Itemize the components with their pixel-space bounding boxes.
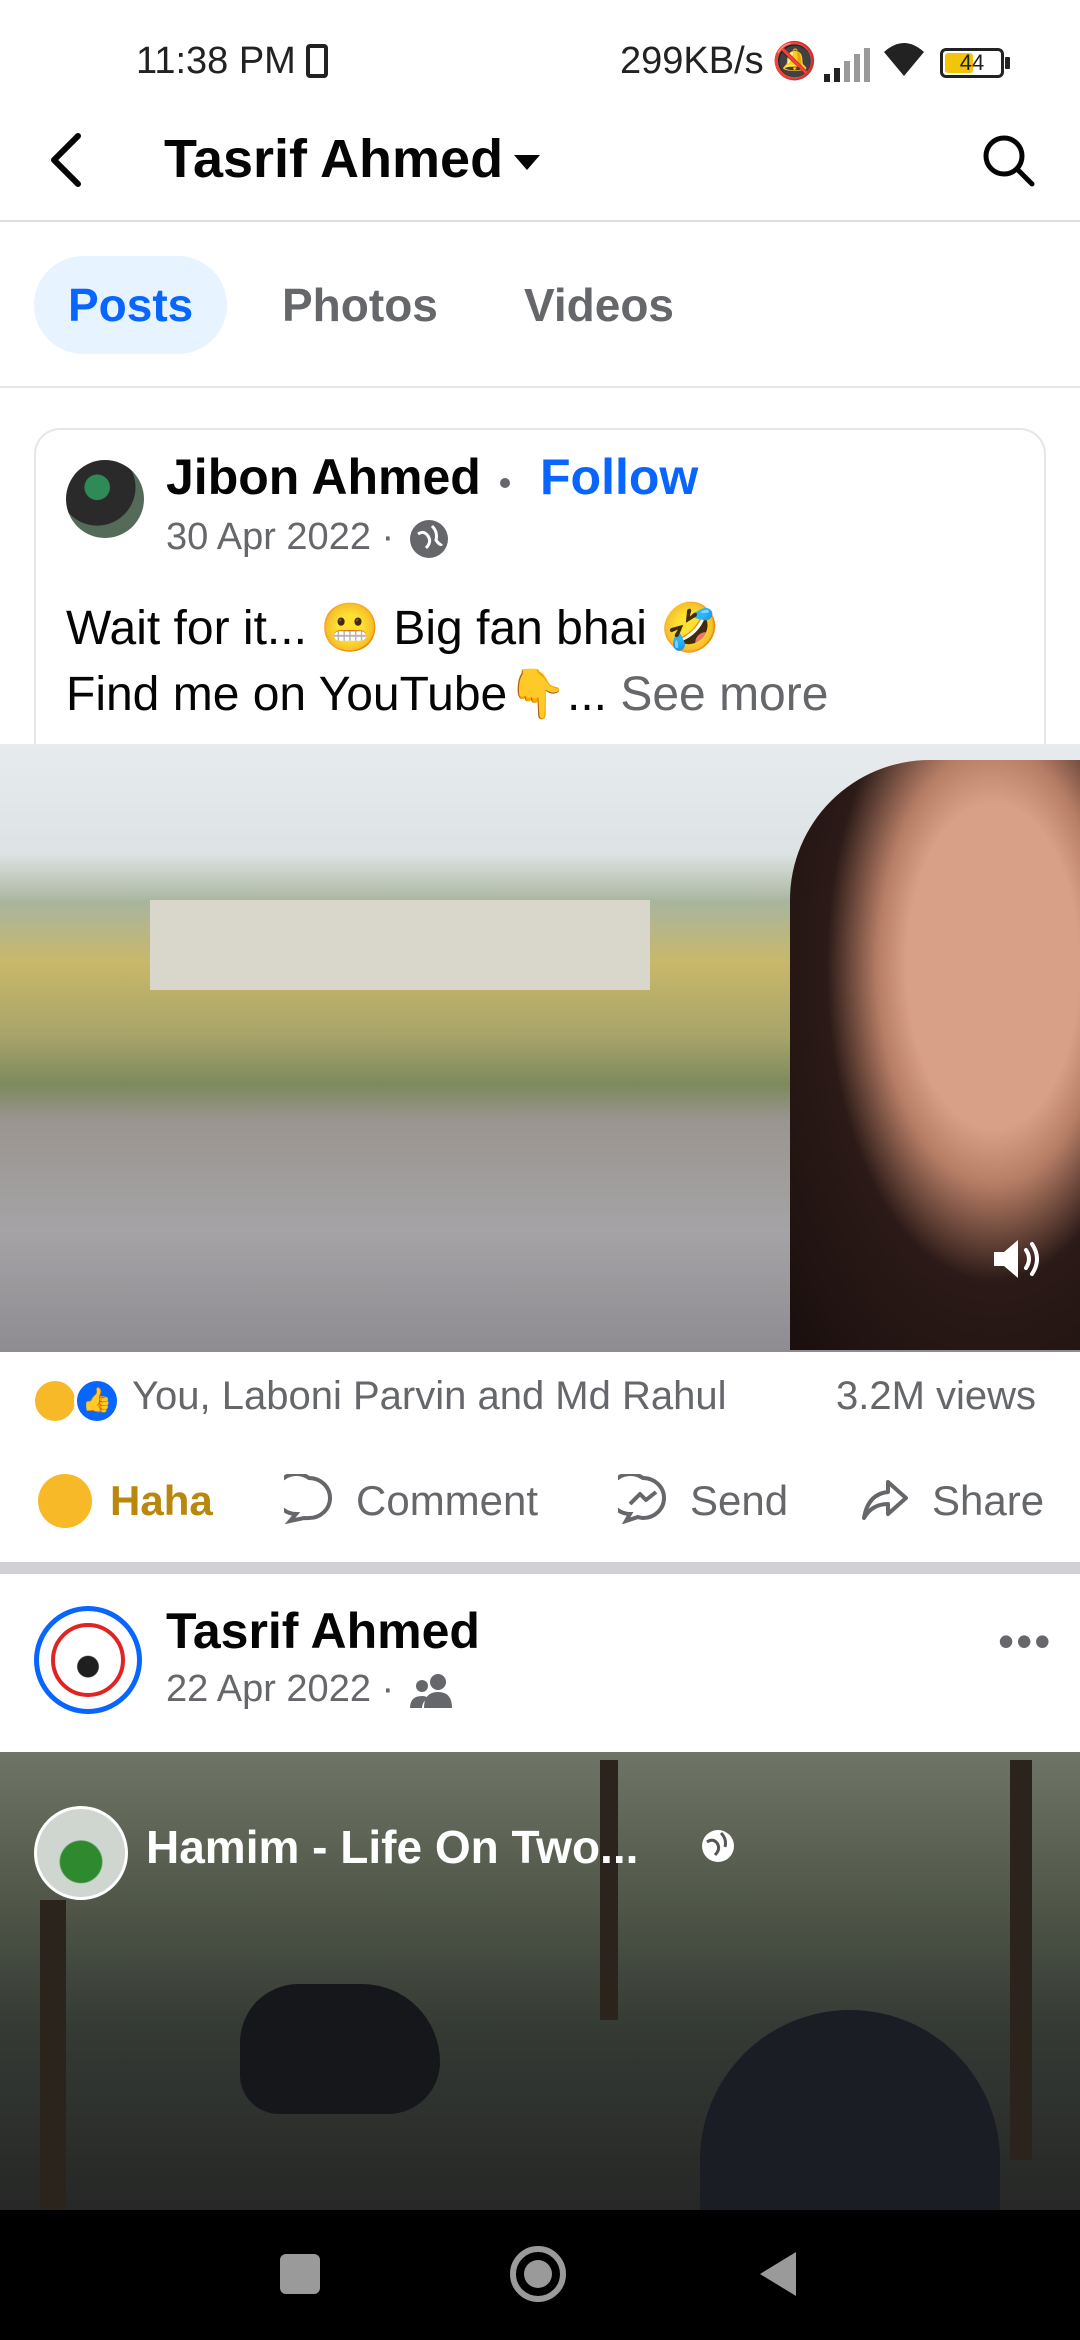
search-icon[interactable]: [980, 132, 1036, 188]
wifi-icon: [880, 40, 928, 90]
see-more-link[interactable]: See more: [620, 668, 828, 721]
comment-icon[interactable]: [284, 1474, 334, 1524]
post-date[interactable]: 30 Apr 2022 ·: [166, 516, 394, 559]
messenger-send-icon[interactable]: [618, 1474, 668, 1524]
reactions-summary[interactable]: You, Laboni Parvin and Md Rahul: [132, 1374, 727, 1419]
video-wall-shape: [150, 900, 650, 990]
like-reaction-icon: 👍: [74, 1378, 120, 1424]
post-text-line-2-content: Find me on YouTube👇...: [66, 668, 607, 721]
battery-level: 44: [959, 50, 985, 75]
back-triangle-icon[interactable]: [760, 2252, 796, 2296]
share-button[interactable]: Share: [932, 1470, 1044, 1532]
battery-cap: [1005, 57, 1010, 69]
network-speed: 299KB/s: [620, 40, 764, 82]
tab-videos[interactable]: Videos: [490, 256, 708, 354]
shared-page-avatar[interactable]: [34, 1806, 128, 1900]
volume-icon[interactable]: [990, 1232, 1044, 1286]
author-avatar[interactable]: [66, 460, 144, 538]
separator-dot: [500, 478, 510, 488]
public-globe-icon: [702, 1830, 734, 1862]
comment-button[interactable]: Comment: [356, 1470, 538, 1532]
share-arrow-icon[interactable]: [860, 1474, 910, 1524]
haha-reaction-icon: [32, 1378, 78, 1424]
status-bar: 11:38 PM 299KB/s 🔕 44: [0, 0, 1080, 120]
friends-audience-icon: [410, 1674, 452, 1708]
home-icon[interactable]: [510, 2246, 566, 2302]
more-options-icon[interactable]: •••: [998, 1614, 1052, 1668]
bike-mirror-shape: [240, 1984, 440, 2114]
post-date[interactable]: 22 Apr 2022 ·: [166, 1668, 394, 1711]
send-button[interactable]: Send: [690, 1470, 788, 1532]
haha-button[interactable]: Haha: [110, 1470, 213, 1532]
recent-apps-icon[interactable]: [280, 2254, 320, 2294]
tree-trunk-shape: [40, 1900, 66, 2210]
battery-icon: 44: [940, 48, 1004, 78]
post-author-name[interactable]: Tasrif Ahmed: [166, 1602, 480, 1660]
sim-card-icon: [306, 44, 328, 78]
public-globe-icon: [410, 520, 448, 558]
haha-icon[interactable]: [38, 1474, 92, 1528]
follow-button[interactable]: Follow: [540, 448, 698, 506]
signal-icon: [824, 48, 870, 82]
back-arrow-icon[interactable]: [44, 130, 88, 190]
author-avatar[interactable]: [34, 1606, 142, 1714]
tab-photos[interactable]: Photos: [248, 256, 472, 354]
post-author-name[interactable]: Jibon Ahmed: [166, 448, 481, 506]
post-text: Wait for it... 😬 Big fan bhai 🤣 Find me …: [66, 596, 828, 728]
top-app-bar: [0, 120, 1080, 222]
post-text-line-2: Find me on YouTube👇... See more: [66, 662, 828, 728]
views-count[interactable]: 3.2M views: [836, 1374, 1036, 1419]
tab-posts[interactable]: Posts: [34, 256, 228, 354]
tree-trunk-shape: [600, 1760, 618, 2020]
post-divider: [0, 1562, 1080, 1574]
status-time: 11:38 PM: [136, 40, 296, 82]
post-text-line-1: Wait for it... 😬 Big fan bhai 🤣: [66, 602, 720, 655]
page-title[interactable]: Tasrif Ahmed: [164, 128, 503, 190]
dropdown-caret-icon[interactable]: [514, 155, 540, 170]
tree-trunk-shape: [1010, 1760, 1032, 2160]
shared-page-name[interactable]: Hamim - Life On Two...: [146, 1820, 638, 1874]
mute-bell-icon: 🔕: [772, 40, 817, 81]
